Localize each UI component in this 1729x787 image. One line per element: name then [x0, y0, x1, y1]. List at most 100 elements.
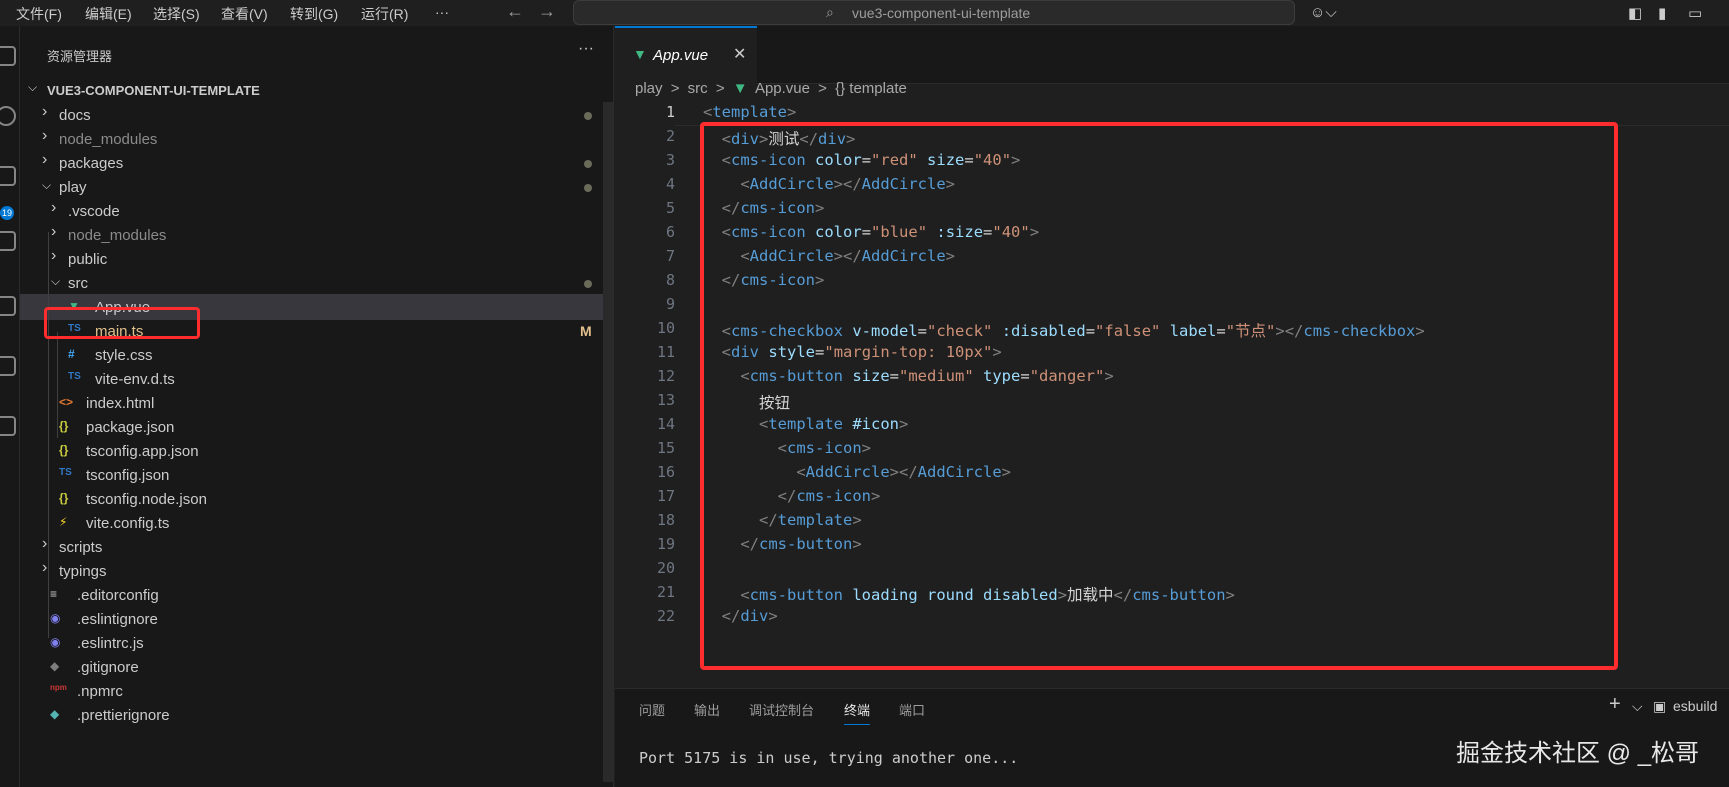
line-number: 7	[665, 247, 675, 265]
breadcrumb-item[interactable]: play	[635, 80, 663, 97]
breadcrumb-separator: >	[818, 80, 827, 97]
tree-folder[interactable]: › typings	[20, 558, 610, 584]
tree-file[interactable]: # style.css	[20, 342, 610, 368]
chevron-down-icon: ⌵	[28, 80, 38, 94]
search-icon[interactable]	[0, 106, 16, 126]
layout-panel-icon[interactable]: ◧	[1628, 4, 1642, 22]
tree-item-label: play	[59, 179, 87, 196]
tab-output[interactable]: 输出	[694, 700, 720, 719]
tree-folder[interactable]: ⌵ play	[20, 174, 610, 200]
tree-item-label: .prettierignore	[77, 707, 170, 724]
tree-item-label: package.json	[86, 419, 175, 436]
tree-file[interactable]: <> index.html	[20, 390, 610, 416]
menu-go[interactable]: 转到(G)	[290, 4, 338, 24]
new-terminal-icon[interactable]: +	[1609, 693, 1621, 716]
tab-debug-console[interactable]: 调试控制台	[749, 700, 814, 719]
tree-folder[interactable]: › node_modules	[20, 126, 610, 152]
tree-file[interactable]: {} tsconfig.node.json	[20, 486, 610, 512]
tree-folder[interactable]: ⌵ src	[20, 270, 610, 296]
tree-folder[interactable]: › packages	[20, 150, 610, 176]
line-number: 12	[656, 367, 675, 385]
tab-terminal[interactable]: 终端	[844, 700, 871, 725]
vite-file-icon: ⚡	[59, 515, 68, 529]
back-arrow-icon[interactable]: ←	[506, 1, 524, 22]
tab-app-vue[interactable]: ▼ App.vue ✕	[615, 26, 757, 84]
tree-folder[interactable]: › .vscode	[20, 198, 610, 224]
forward-arrow-icon[interactable]: →	[538, 1, 556, 22]
chevron-down-icon[interactable]: ⌵	[1632, 698, 1643, 715]
command-center[interactable]: ⌕ vue3-component-ui-template	[573, 0, 1295, 25]
tab-label: App.vue	[653, 47, 709, 64]
menu-selection[interactable]: 选择(S)	[153, 4, 200, 24]
tree-file[interactable]: ◉ .eslintignore	[20, 606, 610, 632]
tree-file[interactable]: ≡ .editorconfig	[20, 582, 610, 608]
more-actions-icon[interactable]: ···	[578, 40, 594, 58]
explorer-sidebar: 资源管理器 ··· ⌵ VUE3-COMPONENT-UI-TEMPLATE ›…	[20, 26, 614, 787]
npm-file-icon: npm	[50, 683, 67, 692]
menu-view[interactable]: 查看(V)	[221, 4, 268, 24]
tree-item-label: style.css	[95, 347, 153, 364]
close-icon[interactable]: ✕	[733, 44, 746, 64]
menu-edit[interactable]: 编辑(E)	[85, 4, 132, 24]
tree-file[interactable]: ◆ .prettierignore	[20, 702, 610, 728]
line-number: 5	[665, 199, 675, 217]
copilot-icon[interactable]: ☺⌵	[1310, 4, 1337, 21]
chevron-right-icon: ›	[42, 103, 48, 120]
explorer-icon[interactable]	[0, 46, 16, 66]
run-debug-icon[interactable]	[0, 231, 16, 251]
tree-file[interactable]: {} tsconfig.app.json	[20, 438, 610, 464]
chevron-right-icon: ›	[42, 559, 48, 576]
css-file-icon: #	[68, 347, 75, 361]
chevron-right-icon: ›	[42, 535, 48, 552]
tree-folder[interactable]: › node_modules	[20, 222, 610, 248]
toggle-panel-icon[interactable]: ▭	[1688, 4, 1702, 22]
tree-file[interactable]: ⚡ vite.config.ts	[20, 510, 610, 536]
tab-ports[interactable]: 端口	[899, 700, 925, 719]
tree-file[interactable]: ◉ .eslintrc.js	[20, 630, 610, 656]
modified-dot-badge	[584, 280, 592, 288]
eslint-file-icon: ◉	[50, 611, 61, 625]
tree-item-label: scripts	[59, 539, 103, 556]
tree-file[interactable]: npm .npmrc	[20, 678, 610, 704]
menu-file[interactable]: 文件(F)	[16, 4, 62, 24]
source-control-icon[interactable]	[0, 166, 16, 186]
search-icon: ⌕	[826, 4, 834, 20]
tree-item-label: .editorconfig	[77, 587, 159, 604]
tree-file[interactable]: TS vite-env.d.ts	[20, 366, 610, 392]
tree-folder[interactable]: › public	[20, 246, 610, 272]
menu-run[interactable]: 运行(R)	[361, 4, 408, 24]
tree-root[interactable]: ⌵ VUE3-COMPONENT-UI-TEMPLATE	[20, 76, 610, 102]
breadcrumb-item[interactable]: App.vue	[755, 80, 810, 97]
line-number: 4	[665, 175, 675, 193]
tree-item-label: docs	[59, 107, 91, 124]
remote-icon[interactable]	[0, 356, 16, 376]
line-number: 21	[656, 583, 675, 601]
chevron-right-icon: ›	[51, 199, 57, 216]
tree-file[interactable]: ◆ .gitignore	[20, 654, 610, 680]
json-file-icon: {}	[59, 419, 69, 433]
terminal-name[interactable]: esbuild	[1673, 698, 1717, 714]
chevron-down-icon: ⌵	[51, 274, 61, 288]
line-number: 20	[656, 559, 675, 577]
chevron-right-icon: ›	[51, 247, 57, 264]
line-number: 19	[656, 535, 675, 553]
prettier-file-icon: ◆	[50, 707, 60, 721]
menu-more[interactable]: ···	[435, 4, 449, 20]
docker-icon[interactable]	[0, 416, 16, 436]
breadcrumb-item[interactable]: src	[688, 80, 708, 97]
toggle-sidebar-icon[interactable]: ▮	[1658, 4, 1666, 22]
extensions-icon[interactable]	[0, 296, 16, 316]
breadcrumb-item[interactable]: {} template	[835, 80, 907, 97]
tree-item-label: .vscode	[68, 203, 120, 220]
tree-file[interactable]: {} package.json	[20, 414, 610, 440]
tab-problems[interactable]: 问题	[639, 700, 665, 719]
tree-item-label: vite-env.d.ts	[95, 371, 175, 388]
sidebar-scrollbar[interactable]	[603, 102, 613, 782]
tree-folder[interactable]: › docs	[20, 102, 610, 128]
tree-item-label: src	[68, 275, 88, 292]
tree-file[interactable]: TS tsconfig.json	[20, 462, 610, 488]
json-file-icon: {}	[59, 443, 69, 457]
tree-item-label: public	[68, 251, 108, 268]
tree-folder[interactable]: › scripts	[20, 534, 610, 560]
tree-root-label: VUE3-COMPONENT-UI-TEMPLATE	[47, 83, 260, 98]
